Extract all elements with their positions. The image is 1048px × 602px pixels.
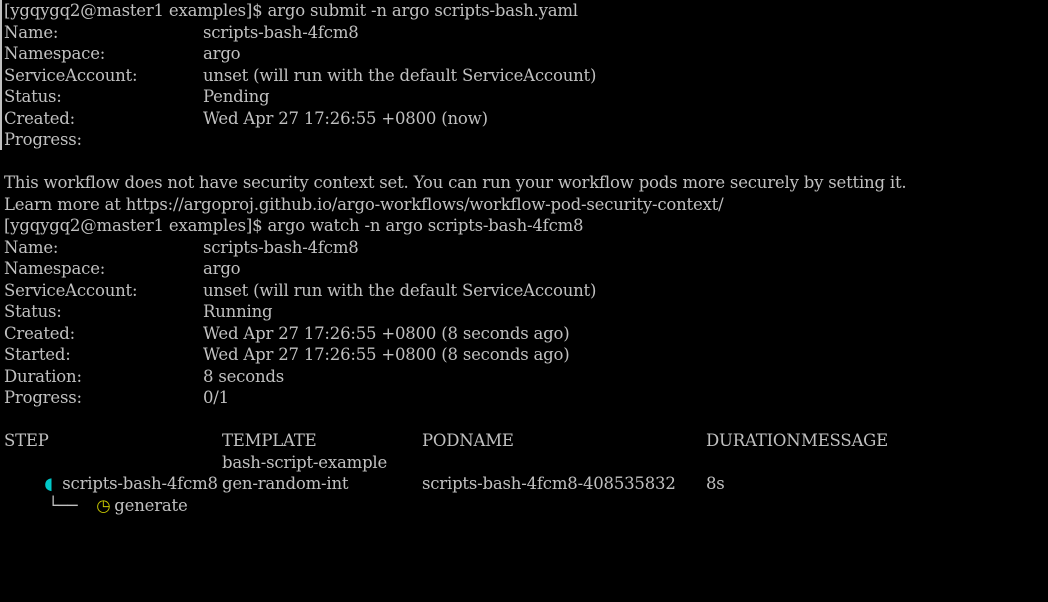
column-header-step: STEP [4,431,49,450]
field-key: Started: [4,345,71,364]
field-row: Created: Wed Apr 27 17:26:55 +0800 (8 se… [4,323,570,345]
field-value: Wed Apr 27 17:26:55 +0800 (8 seconds ago… [203,323,570,343]
template-name: gen-random-int [222,474,349,493]
template-name: bash-script-example [222,452,388,472]
field-value: Wed Apr 27 17:26:55 +0800 (now) [203,108,488,128]
step-duration: 8s [706,474,725,493]
step-name: generate [114,495,188,515]
field-value: argo [203,259,241,278]
field-value: unset (will run with the default Service… [203,280,597,300]
field-key: Status: [4,302,62,321]
field-row: Namespace: argo [4,258,241,280]
field-row: Started: Wed Apr 27 17:26:55 +0800 (8 se… [4,344,570,366]
field-key: Created: [4,108,76,128]
field-row: Namespace: argo [4,43,241,65]
column-header-template: TEMPLATE [222,431,317,450]
field-key: Name: [4,237,59,257]
field-key: Name: [4,22,59,42]
table-row: └── ◷ generate gen-random-int scripts-bash… [4,473,724,515]
scroll-indicator [0,0,2,150]
command-line-watch: [ygqygq2@master1 examples]$ argo watch -… [4,216,584,235]
field-value: Running [203,302,273,321]
command-line-submit: [ygqygq2@master1 examples]$ argo submit … [4,1,578,20]
field-key: Namespace: [4,44,106,63]
field-value: Pending [203,87,270,106]
field-value: scripts-bash-4fcm8 [203,22,359,42]
field-value: scripts-bash-4fcm8 [203,237,359,257]
tree-branch: └── [48,495,78,515]
column-header-message: MESSAGE [801,431,888,450]
field-row: Progress: 0/1 [4,387,229,409]
field-row: ServiceAccount: unset (will run with the… [4,280,596,302]
field-row: Created: Wed Apr 27 17:26:55 +0800 (now) [4,108,488,130]
column-header-podname: PODNAME [422,431,514,450]
table-row: ◖ scripts-bash-4fcm8 bash-script-example [4,452,387,494]
field-key: ServiceAccount: [4,65,138,85]
field-row: Name: scripts-bash-4fcm8 [4,22,359,44]
field-key: Progress: [4,130,82,149]
field-row: Name: scripts-bash-4fcm8 [4,237,359,259]
field-key: Status: [4,87,62,106]
field-key: Created: [4,323,76,343]
field-value: 0/1 [203,388,229,407]
field-row: Status: Pending [4,86,270,108]
field-row: Progress: [4,129,82,151]
field-row: Status: Running [4,301,273,323]
field-key: ServiceAccount: [4,280,138,300]
field-key: Duration: [4,366,82,386]
pending-c-icon: ◷ [96,495,111,515]
field-value: Wed Apr 27 17:26:55 +0800 (8 seconds ago… [203,345,570,364]
field-value: argo [203,44,241,63]
pod-name: scripts-bash-4fcm8-408535832 [422,474,676,493]
table-header-row: STEP TEMPLATE PODNAME DURATION MESSAGE [4,430,888,452]
terminal-window[interactable]: [ygqygq2@master1 examples]$ argo submit … [0,0,1048,515]
field-row: ServiceAccount: unset (will run with the… [4,65,596,87]
column-header-duration: DURATION [706,431,801,450]
field-key: Progress: [4,388,82,407]
field-key: Namespace: [4,259,106,278]
field-value: 8 seconds [203,366,285,386]
field-row: Duration: 8 seconds [4,366,284,388]
field-value: unset (will run with the default Service… [203,65,597,85]
security-notice-link-line[interactable]: Learn more at https://argoproj.github.io… [4,194,724,216]
security-notice-line: This workflow does not have security con… [4,173,907,192]
